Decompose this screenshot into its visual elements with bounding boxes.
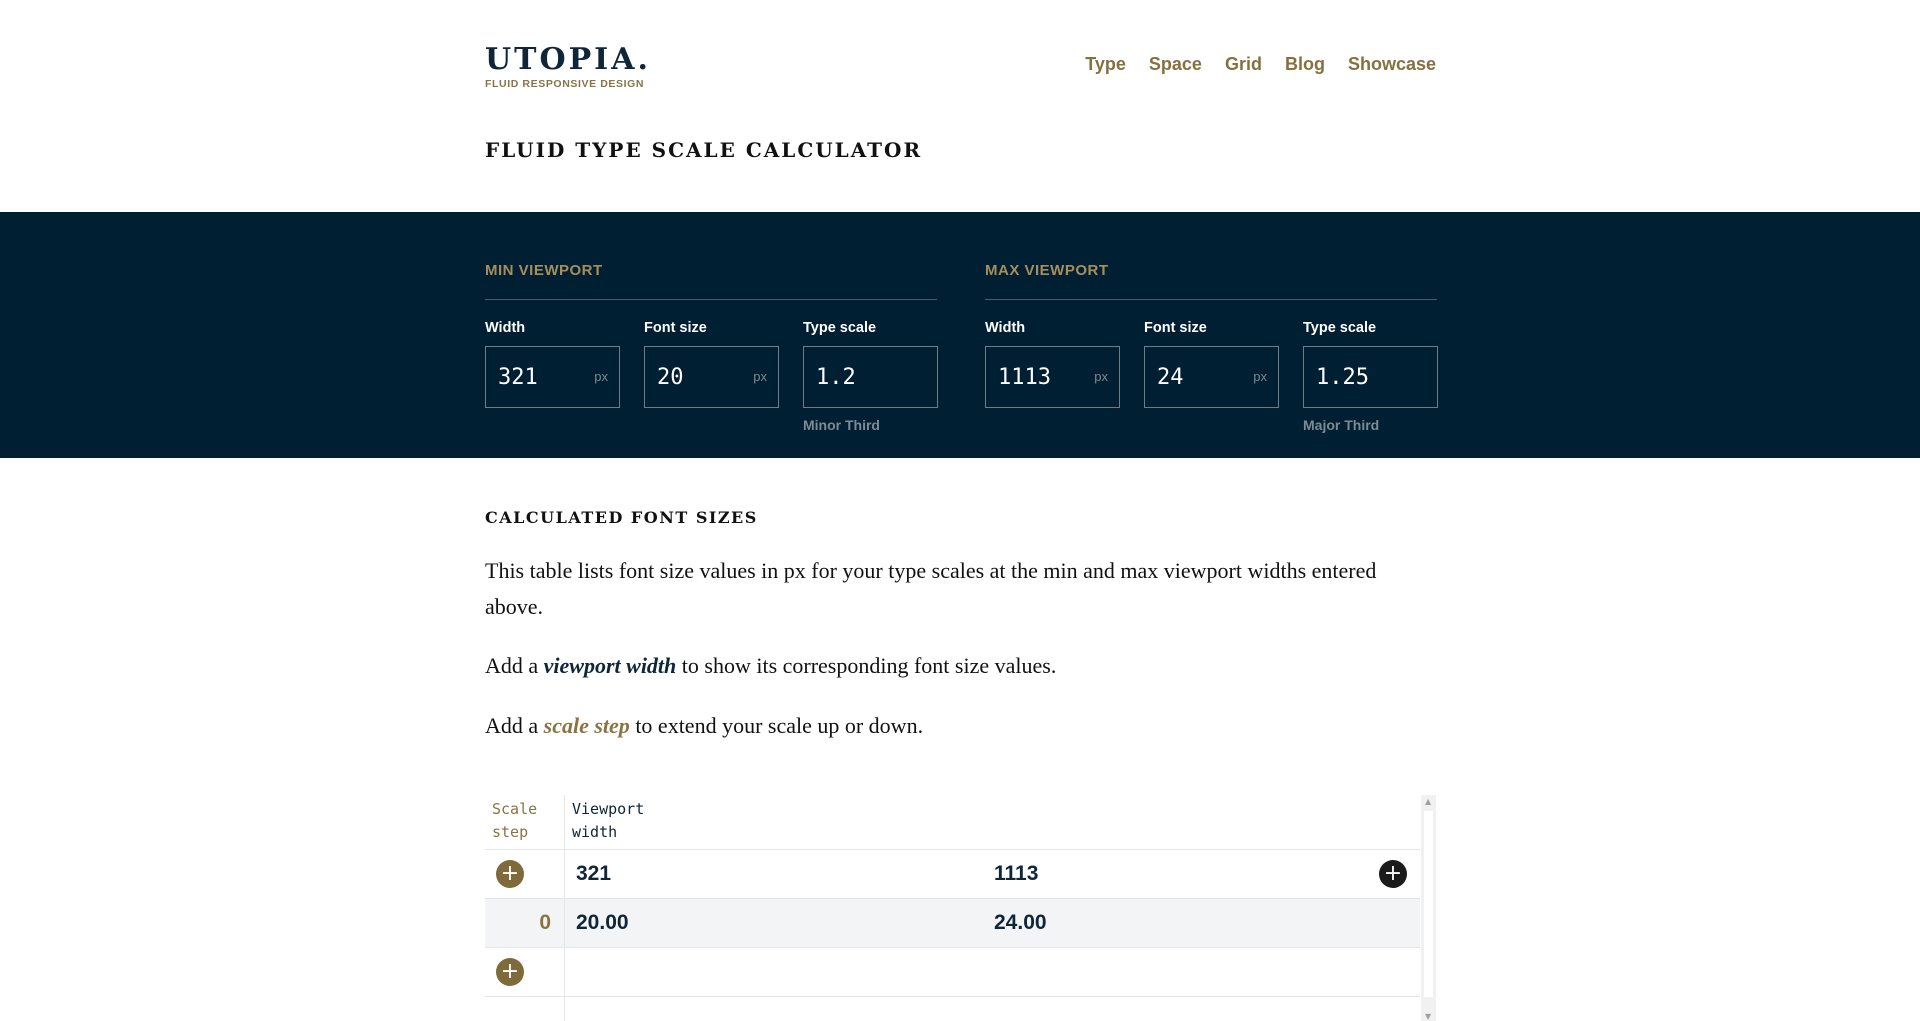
add-viewport-instruction: Add a viewport width to show its corresp… (485, 648, 1425, 684)
min-width-label: Width (485, 320, 526, 336)
column-divider (564, 795, 565, 1021)
nav-item-space[interactable]: Space (1149, 54, 1202, 75)
min-type-scale-name: Minor Third (803, 417, 880, 433)
min-type-scale-label: Type scale (803, 320, 877, 336)
viewport-width-header-line2: width (572, 823, 618, 841)
add-scale-step-down-button[interactable]: + (496, 958, 524, 986)
max-type-scale-name: Major Third (1303, 417, 1380, 433)
max-type-scale-input[interactable] (1316, 364, 1396, 390)
font-size-cell: 24.00 (994, 911, 1047, 934)
scroll-down-arrow-icon[interactable]: ▼ (1425, 1012, 1431, 1021)
min-font-size-unit: px (753, 369, 767, 384)
min-width-unit: px (594, 369, 608, 384)
viewport-width-emphasis: viewport width (543, 653, 677, 678)
scale-step-header-line1: Scale (492, 800, 538, 818)
max-type-scale-field[interactable] (1303, 346, 1438, 408)
scale-step-number: 0 (539, 911, 551, 934)
calculated-section-title: CALCULATED FONT SIZES (485, 508, 758, 527)
max-width-label: Width (985, 320, 1026, 336)
min-viewport-group: MIN VIEWPORT Width px Font size px (485, 262, 938, 433)
min-type-scale-field[interactable] (803, 346, 938, 408)
nav-item-showcase[interactable]: Showcase (1348, 54, 1436, 75)
max-width-unit: px (1094, 369, 1108, 384)
add-viewport-prefix: Add a (485, 653, 544, 678)
viewport-width-cell: 321 (576, 862, 612, 885)
font-size-cell: 20.00 (576, 911, 629, 934)
add-step-prefix: Add a (485, 713, 544, 738)
min-type-scale-input[interactable] (816, 364, 896, 390)
viewport-settings-panel: MIN VIEWPORT Width px Font size px (0, 212, 1920, 458)
min-font-size-input[interactable] (657, 364, 737, 390)
add-scale-step-up-button[interactable]: + (496, 860, 524, 888)
font-size-table: Scale step Viewport width + 321 1113 + 0… (485, 795, 1436, 1021)
add-viewport-width-button[interactable]: + (1379, 860, 1407, 888)
max-viewport-group: MAX VIEWPORT Width px Font size px (985, 262, 1438, 433)
page-title: FLUID TYPE SCALE CALCULATOR (485, 138, 923, 162)
viewport-width-cell: 1113 (994, 862, 1039, 885)
nav-item-grid[interactable]: Grid (1225, 54, 1262, 75)
nav-item-blog[interactable]: Blog (1285, 54, 1325, 75)
add-step-instruction: Add a scale step to extend your scale up… (485, 708, 1425, 744)
min-width-field[interactable]: px (485, 346, 620, 408)
logo[interactable]: UTOPIA. FLUID RESPONSIVE DESIGN (485, 42, 651, 90)
add-step-row: + (485, 948, 1420, 997)
scale-step-header-line2: step (492, 823, 529, 841)
min-width-input[interactable] (498, 364, 578, 390)
min-font-size-label: Font size (644, 320, 707, 336)
min-viewport-heading: MIN VIEWPORT (485, 262, 937, 300)
add-viewport-suffix: to show its corresponding font size valu… (676, 653, 1057, 678)
nav-item-type[interactable]: Type (1085, 54, 1126, 75)
max-font-size-label: Font size (1144, 320, 1207, 336)
max-viewport-heading: MAX VIEWPORT (985, 262, 1437, 300)
scroll-up-arrow-icon[interactable]: ▲ (1425, 797, 1431, 806)
max-font-size-input[interactable] (1157, 364, 1237, 390)
max-font-size-unit: px (1253, 369, 1267, 384)
main-nav: Type Space Grid Blog Showcase (1085, 54, 1436, 75)
viewport-width-header: Viewport width (572, 798, 644, 844)
viewport-width-header-line1: Viewport (572, 800, 645, 818)
scale-step-emphasis: scale step (543, 713, 630, 738)
max-width-field[interactable]: px (985, 346, 1120, 408)
table-header-row: Scale step Viewport width (485, 795, 1420, 850)
intro-text: This table lists font size values in px … (485, 558, 1377, 619)
logo-subtitle: FLUID RESPONSIVE DESIGN (485, 78, 645, 90)
viewport-width-row: + 321 1113 + (485, 850, 1420, 899)
add-step-suffix: to extend your scale up or down. (629, 713, 924, 738)
table-row: 0 20.00 24.00 (485, 899, 1420, 948)
max-font-size-field[interactable]: px (1144, 346, 1279, 408)
max-type-scale-label: Type scale (1303, 320, 1377, 336)
scroll-thumb[interactable] (1424, 811, 1433, 997)
min-font-size-field[interactable]: px (644, 346, 779, 408)
scale-step-header: Scale step (492, 798, 537, 844)
max-width-input[interactable] (998, 364, 1078, 390)
logo-title: UTOPIA. (485, 42, 651, 77)
table-scrollbar[interactable]: ▲ ▼ (1421, 795, 1436, 1021)
